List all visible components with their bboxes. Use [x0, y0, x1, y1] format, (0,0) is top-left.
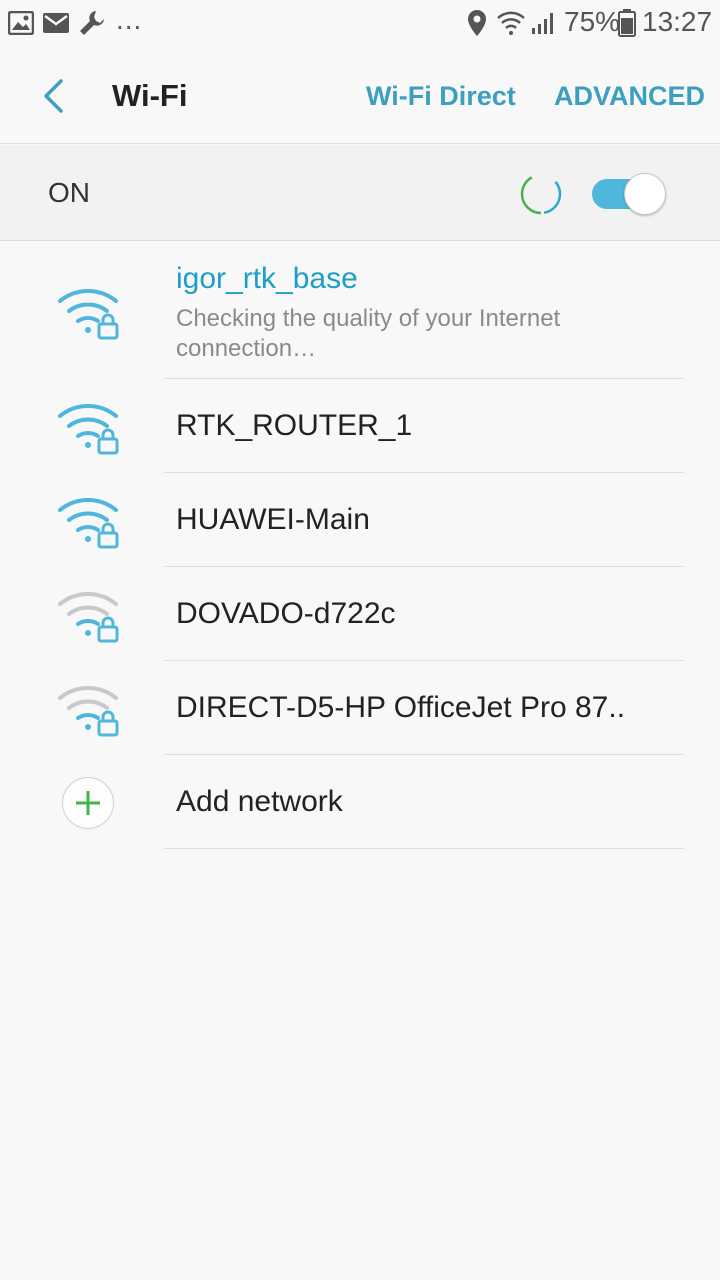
- scanning-spinner-icon: [520, 173, 562, 215]
- add-network-label: Add network: [176, 785, 343, 818]
- add-network-item[interactable]: Add network: [0, 755, 720, 849]
- network-item-direct-hp-officejet[interactable]: DIRECT-D5-HP OfficeJet Pro 87..: [0, 661, 720, 755]
- advanced-button[interactable]: ADVANCED: [554, 81, 705, 112]
- back-arrow-icon[interactable]: [34, 76, 74, 116]
- wifi-state-label: ON: [48, 177, 90, 208]
- clock: 13:27: [642, 6, 713, 37]
- wifi-toggle[interactable]: [592, 173, 668, 215]
- add-network-icon: [62, 777, 114, 829]
- toggle-thumb: [624, 173, 666, 215]
- signal-icon: [532, 13, 553, 34]
- wifi-secured-weak-icon: [58, 686, 119, 737]
- wifi-icon: [497, 11, 525, 35]
- wifi-secured-weak-icon: [58, 592, 119, 643]
- network-list: igor_rtk_base Checking the quality of yo…: [0, 242, 720, 849]
- network-item-dovado-d722c[interactable]: DOVADO-d722c: [0, 567, 720, 661]
- notification-overflow: ...: [116, 4, 143, 35]
- app-bar: Wi-Fi Wi-Fi Direct ADVANCED: [0, 48, 720, 144]
- network-name: HUAWEI-Main: [176, 503, 370, 536]
- wifi-direct-button[interactable]: Wi-Fi Direct: [366, 81, 516, 112]
- location-icon: [468, 10, 486, 36]
- email-icon: [43, 13, 69, 33]
- network-name: DIRECT-D5-HP OfficeJet Pro 87..: [176, 691, 626, 724]
- divider: [164, 848, 684, 849]
- battery-percentage: 75%: [564, 6, 621, 37]
- wifi-secured-icon: [58, 498, 119, 549]
- status-bar: ... 75% 13:27: [0, 0, 720, 48]
- network-item-rtk-router-1[interactable]: RTK_ROUTER_1: [0, 379, 720, 473]
- network-item-igor-rtk-base[interactable]: igor_rtk_base Checking the quality of yo…: [0, 242, 720, 379]
- network-name: DOVADO-d722c: [176, 597, 396, 630]
- wrench-icon: [80, 11, 104, 35]
- wifi-master-switch-row[interactable]: ON: [0, 145, 720, 241]
- gallery-icon: [8, 11, 34, 35]
- network-name: igor_rtk_base: [176, 262, 358, 295]
- page-title: Wi-Fi: [112, 78, 188, 113]
- network-status: Checking the quality of your Internet co…: [176, 305, 561, 362]
- network-item-huawei-main[interactable]: HUAWEI-Main: [0, 473, 720, 567]
- wifi-secured-icon: [58, 289, 119, 340]
- network-name: RTK_ROUTER_1: [176, 409, 413, 442]
- wifi-secured-icon: [58, 404, 119, 455]
- plus-icon: [76, 791, 100, 815]
- battery-icon: [618, 9, 636, 37]
